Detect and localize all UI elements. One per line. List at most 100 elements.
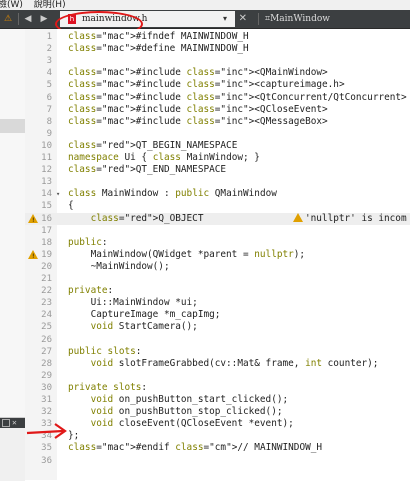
- line-number: 13: [41, 177, 52, 188]
- back-button[interactable]: ◀: [22, 12, 34, 26]
- line-number: 1: [46, 32, 52, 42]
- line-number: 11: [41, 153, 52, 163]
- panel-icon[interactable]: [2, 419, 10, 427]
- line-number: 18: [41, 237, 52, 248]
- code-line[interactable]: 13: [25, 176, 410, 188]
- code-line[interactable]: 3: [25, 55, 410, 67]
- code-line[interactable]: 19 MainWindow(QWidget *parent = nullptr)…: [25, 248, 410, 263]
- code-text: void StartCamera();: [90, 321, 198, 333]
- annotation-arrow: [26, 423, 67, 439]
- code-text: class="red">QT_END_NAMESPACE: [68, 164, 227, 176]
- line-number: 10: [41, 140, 52, 151]
- line-number: 26: [41, 334, 52, 345]
- code-line[interactable]: 9: [25, 128, 410, 140]
- line-number: 12: [41, 165, 52, 176]
- code-editor[interactable]: 1 class="mac">#ifndef MAINWINDOW_H 2 class=…: [25, 29, 410, 480]
- inline-warning-text: 'nullptr' is incom: [305, 212, 407, 224]
- code-line[interactable]: 7 class="mac">#include class="inc"><QClos…: [25, 104, 410, 116]
- line-number: 27: [41, 346, 52, 357]
- code-line[interactable]: 11 namespace Ui { class MainWindow; }: [25, 152, 410, 164]
- code-line[interactable]: 24 CaptureImage *m_capImg;: [25, 309, 410, 321]
- code-text: class="red">Q_OBJECT: [90, 212, 204, 224]
- editor-toolbar: ⚠ ◀ ▶ h mainwindow.h ▾ ✕ ⌗MainWindow: [0, 10, 410, 37]
- menu-item-help[interactable]: 說明(H): [34, 0, 66, 10]
- warning-icon: [293, 212, 303, 222]
- line-number: 7: [46, 104, 52, 115]
- code-line[interactable]: 15 {: [25, 200, 410, 212]
- menu-bar: 檢(W) 說明(H): [0, 0, 410, 10]
- code-line[interactable]: 1 class="mac">#ifndef MAINWINDOW_H: [25, 31, 410, 43]
- left-panel-selected-item[interactable]: [0, 119, 25, 133]
- menu-item-window[interactable]: 檢(W): [0, 0, 23, 10]
- code-text: Ui::MainWindow *ui;: [68, 297, 198, 309]
- code-line[interactable]: 26: [25, 334, 410, 346]
- code-text: void slotFrameGrabbed(cv::Mat& frame, in…: [90, 357, 379, 369]
- code-line[interactable]: 16 class="red">Q_OBJECT 'nullptr' is inco…: [25, 212, 410, 227]
- chevron-down-icon[interactable]: ▾: [223, 11, 227, 27]
- line-number: 4: [46, 68, 52, 79]
- code-line[interactable]: 10 class="red">QT_BEGIN_NAMESPACE: [25, 140, 410, 152]
- code-text: public:: [68, 236, 108, 248]
- code-text: class="mac">#define MAINWINDOW_H: [68, 43, 249, 55]
- code-text: private slots:: [68, 381, 148, 393]
- line-number: 14: [41, 189, 52, 200]
- code-line[interactable]: 17: [25, 225, 410, 237]
- line-number: 31: [41, 395, 52, 405]
- code-line[interactable]: 14 ▾ class MainWindow : public QMainWindow: [25, 188, 410, 200]
- code-text: MainWindow(QWidget *parent = nullptr);: [68, 248, 306, 260]
- code-line[interactable]: 6 class="mac">#include class="inc"><QtCon…: [25, 92, 410, 104]
- line-number: 6: [46, 92, 52, 103]
- line-number: 24: [41, 310, 52, 321]
- line-number: 9: [46, 128, 52, 139]
- code-line[interactable]: 4 class="mac">#include class="inc"><QMain…: [25, 67, 410, 79]
- line-number: 16: [41, 213, 52, 224]
- left-panel: ✕: [0, 29, 25, 481]
- code-text: class="mac">#include class="inc"><QMainW…: [68, 67, 328, 79]
- code-line[interactable]: 12 class="red">QT_END_NAMESPACE: [25, 164, 410, 176]
- code-line[interactable]: 30 private slots:: [25, 382, 410, 394]
- code-text: class MainWindow : public QMainWindow: [68, 188, 277, 200]
- line-number: 8: [46, 116, 52, 127]
- line-number: 22: [41, 286, 52, 297]
- inline-warning[interactable]: 'nullptr' is incom: [293, 212, 407, 225]
- code-line[interactable]: 23 Ui::MainWindow *ui;: [25, 297, 410, 309]
- code-text: class="mac">#ifndef MAINWINDOW_H: [68, 31, 249, 42]
- forward-button[interactable]: ▶: [38, 12, 50, 26]
- line-number: 19: [41, 249, 52, 260]
- code-line[interactable]: 8 class="mac">#include class="inc"><QMess…: [25, 116, 410, 128]
- code-line[interactable]: 18 public:: [25, 237, 410, 249]
- code-text: public slots:: [68, 345, 142, 357]
- line-number: 3: [46, 56, 52, 67]
- code-line[interactable]: 36: [25, 455, 410, 467]
- symbol-selector[interactable]: ⌗MainWindow: [265, 11, 330, 27]
- line-number: 5: [46, 80, 52, 91]
- close-icon[interactable]: ✕: [239, 11, 247, 27]
- code-line[interactable]: 20 ~MainWindow();: [25, 261, 410, 273]
- code-text: private:: [68, 285, 114, 297]
- code-line[interactable]: 29: [25, 370, 410, 382]
- line-number: 36: [41, 455, 52, 466]
- line-number: 17: [41, 225, 52, 236]
- line-number: 21: [41, 274, 52, 284]
- panel-close-icon[interactable]: ✕: [12, 418, 17, 428]
- code-line[interactable]: 22 private:: [25, 285, 410, 297]
- fold-toggle-icon[interactable]: ▾: [56, 188, 60, 200]
- code-line[interactable]: 25 void StartCamera();: [25, 321, 410, 333]
- code-line[interactable]: 27 public slots:: [25, 346, 410, 358]
- warning-filter-icon[interactable]: ⚠: [2, 12, 14, 26]
- code-line[interactable]: 21: [25, 273, 410, 285]
- code-line[interactable]: 31 void on_pushButton_start_clicked();: [25, 394, 410, 406]
- code-text: class="mac">#endif class="cm">// MAINWIN…: [68, 442, 323, 454]
- line-number: 23: [41, 298, 52, 309]
- code-text: class="mac">#include class="inc"><captur…: [68, 79, 345, 91]
- code-line[interactable]: 28 void slotFrameGrabbed(cv::Mat& frame,…: [25, 358, 410, 370]
- code-text: class="red">QT_BEGIN_NAMESPACE: [68, 139, 238, 151]
- line-number: 2: [46, 44, 52, 55]
- code-text: namespace Ui { class MainWindow; }: [68, 152, 260, 163]
- line-number: 20: [41, 261, 52, 272]
- code-text: class="mac">#include class="inc"><QtConc…: [68, 91, 407, 103]
- code-line[interactable]: 2 class="mac">#define MAINWINDOW_H: [25, 43, 410, 55]
- code-text: ~MainWindow();: [68, 260, 170, 272]
- code-line[interactable]: 5 class="mac">#include class="inc"><captu…: [25, 79, 410, 91]
- code-text: class="mac">#include class="inc"><QMessa…: [68, 115, 328, 127]
